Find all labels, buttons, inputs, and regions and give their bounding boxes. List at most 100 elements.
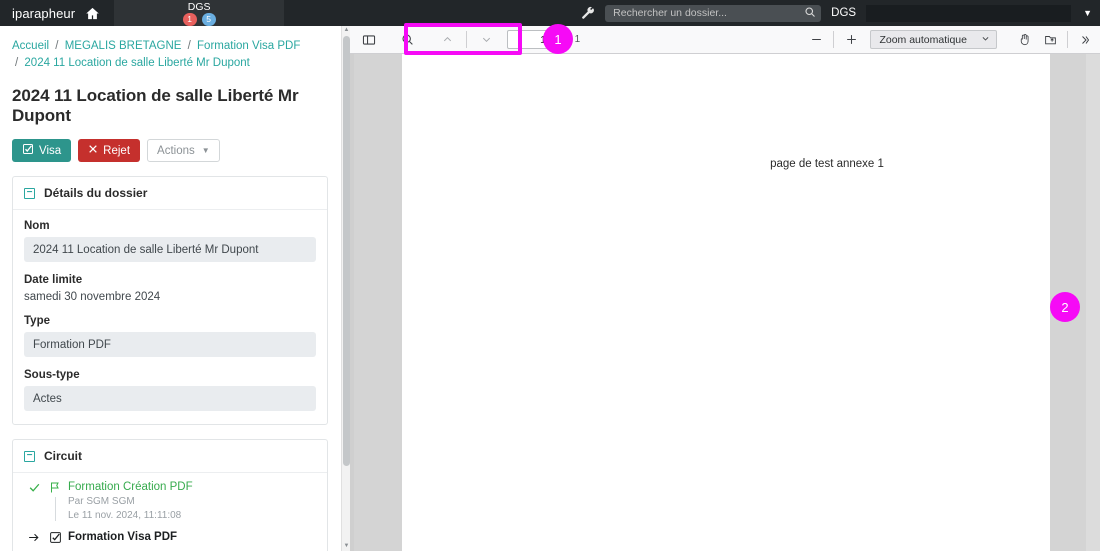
previous-page-icon[interactable] (434, 29, 460, 51)
circuit-step-visa-current[interactable]: Formation Visa PDF (24, 530, 316, 545)
circuit-step-actor: Par SGM SGM (68, 496, 135, 507)
caret-down-icon: ▼ (201, 146, 210, 155)
search-input[interactable] (605, 7, 822, 19)
zoom-in-icon[interactable] (838, 29, 864, 51)
find-icon[interactable] (394, 29, 420, 51)
pdf-toolbar-right-group: Zoom automatique (803, 29, 1100, 51)
dossier-detail-panel: Accueil / MEGALIS BRETAGNE / Formation V… (0, 26, 340, 551)
scroll-up-arrow-icon[interactable]: ▲ (343, 27, 350, 34)
breadcrumb-separator: / (187, 40, 191, 52)
double-chevron-right-icon[interactable] (1072, 29, 1098, 51)
field-nom-value[interactable]: 2024 11 Location de salle Liberté Mr Dup… (24, 237, 316, 262)
breadcrumb-item-current[interactable]: 2024 11 Location de salle Liberté Mr Dup… (24, 57, 249, 69)
app-brand-label: iparapheur (12, 5, 76, 21)
pdf-gutter-left (350, 54, 354, 551)
flag-icon (44, 480, 66, 494)
rejet-button-label: Rejet (103, 144, 131, 157)
minus-box-icon[interactable]: − (24, 450, 35, 462)
brand-area: iparapheur (0, 0, 114, 26)
badge-info-count[interactable]: 5 (201, 12, 216, 26)
check-icon (24, 480, 44, 494)
search-box[interactable] (605, 4, 822, 22)
wrench-icon[interactable] (581, 6, 595, 20)
circuit-step-text: Formation Visa PDF (66, 530, 316, 545)
pdf-viewer-pane: sur 1 Zoom automatique (350, 26, 1100, 551)
circuit-card-header[interactable]: − Circuit (13, 440, 327, 473)
top-navigation-bar: iparapheur DGS 1 5 DGS (0, 0, 1100, 26)
field-date-limite-value: samedi 30 novembre 2024 (24, 291, 161, 303)
app-root: iparapheur DGS 1 5 DGS (0, 0, 1100, 551)
circuit-card-title: Circuit (44, 449, 83, 463)
zoom-level-select[interactable]: Zoom automatique (870, 30, 997, 49)
details-card-header[interactable]: − Détails du dossier (13, 177, 327, 210)
left-panel-scrollbar-thumb[interactable] (343, 36, 350, 466)
zoom-level-label: Zoom automatique (879, 33, 967, 46)
visa-button-label: Visa (39, 144, 62, 157)
breadcrumb-item-desk[interactable]: Formation Visa PDF (197, 40, 300, 52)
circuit-step-date: Le 11 nov. 2024, 11:11:08 (68, 510, 182, 521)
circuit-step-text: Formation Création PDF Par SGM SGM Le 11… (66, 480, 316, 523)
sidebar-toggle-icon[interactable] (356, 29, 382, 51)
search-icon[interactable] (804, 6, 816, 18)
scroll-down-arrow-icon[interactable]: ▼ (343, 543, 350, 550)
circuit-connector-line (55, 497, 56, 521)
pdf-toolbar: sur 1 Zoom automatique (350, 26, 1100, 54)
field-nom-label: Nom (24, 220, 50, 232)
field-sous-type-value[interactable]: Actes (24, 386, 316, 411)
breadcrumb-item-accueil[interactable]: Accueil (12, 40, 49, 52)
circuit-step-creation-done[interactable]: Formation Création PDF Par SGM SGM Le 11… (24, 480, 316, 523)
field-date-limite: Date limite samedi 30 novembre 2024 (24, 274, 316, 303)
next-page-icon[interactable] (473, 29, 499, 51)
divider (1067, 31, 1068, 48)
arrow-right-icon (24, 530, 44, 544)
actions-dropdown-button[interactable]: Actions ▼ (147, 139, 220, 162)
tab-dgs-label: DGS (187, 0, 211, 13)
divider (833, 31, 835, 48)
field-nom: Nom 2024 11 Location de salle Liberté Mr… (24, 220, 316, 262)
breadcrumb-separator: / (15, 57, 19, 69)
field-type: Type Formation PDF (24, 315, 316, 357)
field-date-limite-label: Date limite (24, 274, 83, 286)
tab-dgs-badges: 1 5 (182, 12, 216, 26)
chevron-down-icon (981, 34, 990, 46)
close-icon (88, 144, 98, 157)
circuit-steps-list: Formation Création PDF Par SGM SGM Le 11… (13, 473, 327, 551)
divider (466, 31, 467, 48)
pdf-page-canvas[interactable]: page de test annexe 1 (402, 54, 1050, 551)
visa-button[interactable]: Visa (12, 139, 72, 162)
user-context-select[interactable] (866, 4, 1072, 22)
chevron-down-icon[interactable]: ▼ (1083, 8, 1092, 18)
details-card: − Détails du dossier Nom 2024 11 Locatio… (12, 176, 328, 425)
rejet-button[interactable]: Rejet (78, 139, 141, 162)
zoom-out-icon[interactable] (803, 29, 829, 51)
save-document-icon[interactable] (1037, 29, 1063, 51)
details-card-body: Nom 2024 11 Location de salle Liberté Mr… (13, 210, 327, 424)
circuit-card: − Circuit Formation Création PDF Par SGM… (12, 439, 328, 551)
field-sous-type: Sous-type Actes (24, 369, 316, 411)
check-square-icon (44, 530, 66, 544)
home-icon[interactable] (85, 6, 100, 21)
field-type-value[interactable]: Formation PDF (24, 332, 316, 357)
circuit-step-title: Formation Création PDF (68, 481, 193, 493)
minus-box-icon[interactable]: − (24, 187, 35, 199)
details-card-title: Détails du dossier (44, 186, 148, 200)
breadcrumb-separator: / (55, 40, 59, 52)
badge-pending-count[interactable]: 1 (182, 12, 197, 26)
user-context-label: DGS (831, 7, 857, 19)
left-panel-scrollbar[interactable]: ▲ ▼ (341, 26, 350, 551)
tab-dgs[interactable]: DGS 1 5 (114, 0, 285, 26)
circuit-step-title: Formation Visa PDF (68, 531, 178, 543)
annotation-marker-1: 1 (543, 24, 573, 54)
field-sous-type-label: Sous-type (24, 369, 80, 381)
hand-tool-icon[interactable] (1011, 29, 1037, 51)
action-buttons-row: Visa Rejet Actions ▼ (12, 139, 340, 162)
field-type-label: Type (24, 315, 50, 327)
pdf-page-text: page de test annexe 1 (770, 158, 884, 170)
page-title: 2024 11 Location de salle Liberté Mr Dup… (12, 86, 299, 125)
breadcrumb: Accueil / MEGALIS BRETAGNE / Formation V… (0, 26, 340, 72)
actions-dropdown-label: Actions (157, 144, 195, 157)
breadcrumb-item-organisation[interactable]: MEGALIS BRETAGNE (65, 40, 182, 52)
pdf-vertical-scrollbar[interactable] (1086, 54, 1100, 551)
